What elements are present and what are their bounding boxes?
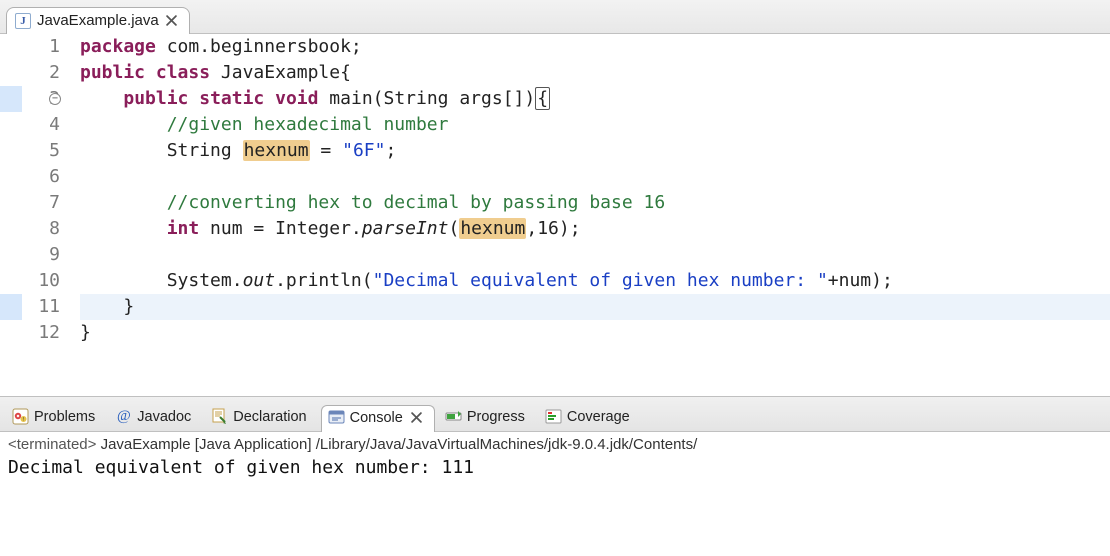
svg-text:!: ! bbox=[23, 417, 24, 423]
line-number: 2 bbox=[22, 60, 60, 86]
line-number: 8 bbox=[22, 216, 60, 242]
editor-tab-label: JavaExample.java bbox=[37, 12, 159, 29]
line-number: 10 bbox=[22, 268, 60, 294]
line-number: 12 bbox=[22, 320, 60, 346]
tab-console[interactable]: Console bbox=[321, 405, 435, 432]
progress-icon bbox=[445, 408, 462, 425]
line-number-gutter: 1 2 3 − 4 5 6 7 8 9 10 11 12 bbox=[22, 34, 68, 396]
console-output[interactable]: Decimal equivalent of given hex number: … bbox=[0, 455, 1110, 486]
line-number: 9 bbox=[22, 242, 60, 268]
tab-label: Javadoc bbox=[137, 409, 191, 425]
editor-tab-bar: J JavaExample.java bbox=[0, 0, 1110, 34]
tab-label: Problems bbox=[34, 409, 95, 425]
code-line[interactable]: } bbox=[80, 320, 1110, 346]
close-icon[interactable] bbox=[410, 411, 424, 425]
code-line[interactable]: //converting hex to decimal by passing b… bbox=[80, 190, 1110, 216]
editor-tab[interactable]: J JavaExample.java bbox=[6, 7, 190, 34]
tab-label: Declaration bbox=[233, 409, 306, 425]
console-launch-header: <terminated> JavaExample [Java Applicati… bbox=[0, 432, 1110, 455]
line-number: 6 bbox=[22, 164, 60, 190]
java-file-icon: J bbox=[15, 13, 31, 29]
code-editor[interactable]: 1 2 3 − 4 5 6 7 8 9 10 11 12 package com… bbox=[0, 34, 1110, 396]
code-line[interactable]: //given hexadecimal number bbox=[80, 112, 1110, 138]
code-line[interactable]: String hexnum = "6F"; bbox=[80, 138, 1110, 164]
tab-progress[interactable]: Progress bbox=[439, 405, 535, 431]
tab-label: Console bbox=[350, 410, 403, 426]
code-line[interactable]: int num = Integer.parseInt(hexnum,16); bbox=[80, 216, 1110, 242]
code-line[interactable]: System.out.println("Decimal equivalent o… bbox=[80, 268, 1110, 294]
code-content[interactable]: package com.beginnersbook; public class … bbox=[68, 34, 1110, 396]
problems-icon: ! bbox=[12, 408, 29, 425]
line-number: 3 − bbox=[22, 86, 60, 112]
code-line[interactable]: package com.beginnersbook; bbox=[80, 34, 1110, 60]
javadoc-icon: @ bbox=[115, 408, 132, 425]
line-number: 5 bbox=[22, 138, 60, 164]
tab-declaration[interactable]: Declaration bbox=[205, 405, 316, 431]
line-number: 4 bbox=[22, 112, 60, 138]
bottom-view-tab-bar: ! Problems @ Javadoc Declaration Console… bbox=[0, 396, 1110, 432]
tab-label: Progress bbox=[467, 409, 525, 425]
code-line[interactable]: public class JavaExample{ bbox=[80, 60, 1110, 86]
console-icon bbox=[328, 409, 345, 426]
tab-problems[interactable]: ! Problems bbox=[6, 405, 105, 431]
close-icon[interactable] bbox=[165, 14, 179, 28]
fold-toggle-icon[interactable]: − bbox=[49, 93, 61, 105]
code-line[interactable]: } bbox=[80, 294, 1110, 320]
code-line[interactable] bbox=[80, 164, 1110, 190]
line-number: 7 bbox=[22, 190, 60, 216]
declaration-icon bbox=[211, 408, 228, 425]
coverage-icon bbox=[545, 408, 562, 425]
tab-javadoc[interactable]: @ Javadoc bbox=[109, 405, 201, 431]
marker-bar bbox=[0, 34, 22, 396]
code-line[interactable]: public static void main(String args[]){ bbox=[80, 86, 1110, 112]
line-number: 1 bbox=[22, 34, 60, 60]
code-line[interactable] bbox=[80, 242, 1110, 268]
tab-coverage[interactable]: Coverage bbox=[539, 405, 640, 431]
tab-label: Coverage bbox=[567, 409, 630, 425]
line-number: 11 bbox=[22, 294, 60, 320]
